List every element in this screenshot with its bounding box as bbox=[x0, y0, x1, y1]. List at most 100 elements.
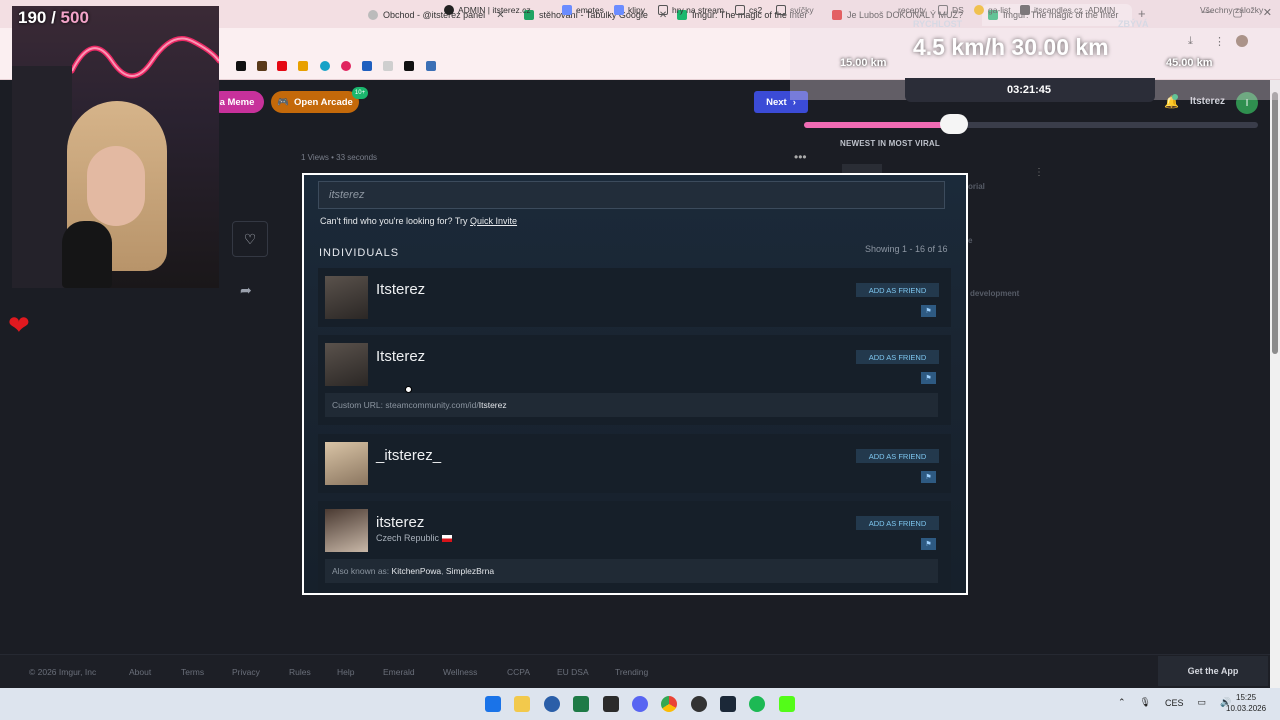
scrollbar-thumb[interactable] bbox=[1272, 92, 1278, 354]
footer-copyright: © 2026 Imgur, Inc bbox=[29, 667, 97, 677]
add-friend-button[interactable]: ADD AS FRIEND bbox=[856, 516, 939, 530]
favorite-button[interactable]: ♡ bbox=[232, 221, 268, 257]
views-count: 1 Views bbox=[301, 153, 329, 162]
taskbar-clock[interactable]: 15:25 10.03.2026 bbox=[1226, 692, 1266, 714]
newest-viral-heading: NEWEST IN MOST VIRAL bbox=[840, 139, 940, 148]
report-flag-icon[interactable]: ⚑ bbox=[921, 305, 936, 317]
bookmark-icon[interactable] bbox=[341, 61, 351, 71]
also-known-as: Also known as: KitchenPowa, SimplezBrna bbox=[325, 559, 938, 583]
folder-icon bbox=[735, 5, 745, 15]
obs-icon[interactable] bbox=[691, 696, 707, 712]
network-icon[interactable]: ▭ bbox=[1198, 697, 1207, 708]
profile-country: Czech Republic bbox=[376, 533, 452, 543]
add-friend-button[interactable]: ADD AS FRIEND bbox=[856, 350, 939, 364]
walk-timer: 03:21:45 bbox=[1007, 84, 1052, 96]
bookmark-icon[interactable] bbox=[320, 61, 330, 71]
folder-icon bbox=[658, 5, 668, 15]
menu-dots-icon[interactable]: ⋮ bbox=[1034, 167, 1044, 178]
windows-start-icon[interactable] bbox=[485, 696, 501, 712]
spotify-icon[interactable] bbox=[749, 696, 765, 712]
search-input[interactable]: itsterez bbox=[318, 181, 945, 209]
globe-icon bbox=[444, 5, 454, 15]
bookmark-icon bbox=[614, 5, 624, 15]
paypal-icon[interactable] bbox=[362, 61, 372, 71]
footer-link-terms[interactable]: Terms bbox=[181, 667, 204, 677]
app-icon[interactable] bbox=[603, 696, 619, 712]
footer-link-eu-dsa[interactable]: EU DSA bbox=[557, 667, 589, 677]
bookmark-icon[interactable] bbox=[298, 61, 308, 71]
bookmark-icon[interactable] bbox=[383, 61, 393, 71]
open-arcade-button[interactable]: 🎮 Open Arcade bbox=[271, 91, 359, 113]
footer-link-wellness[interactable]: Wellness bbox=[443, 667, 477, 677]
footer-link-privacy[interactable]: Privacy bbox=[232, 667, 260, 677]
bookmark-icon[interactable] bbox=[257, 61, 267, 71]
x-bookmark-icon[interactable] bbox=[236, 61, 246, 71]
share-arrow-icon[interactable]: ➦ bbox=[240, 282, 252, 299]
profile-name[interactable]: _itsterez_ bbox=[376, 447, 441, 464]
viral-item-title[interactable]: orial bbox=[968, 182, 985, 191]
add-friend-button[interactable]: ADD AS FRIEND bbox=[856, 449, 939, 463]
language-indicator[interactable]: CES bbox=[1165, 698, 1184, 708]
search-result: Itsterez ADD AS FRIEND ⚑ Custom URL: ste… bbox=[318, 335, 951, 425]
bookmark-folder-hry[interactable]: hry na stream bbox=[658, 5, 724, 15]
profile-name[interactable]: Itsterez bbox=[376, 348, 425, 365]
report-flag-icon[interactable]: ⚑ bbox=[921, 372, 936, 384]
microphone-icon[interactable]: 🎙 bbox=[1140, 697, 1151, 708]
czech-flag-icon bbox=[441, 535, 452, 543]
footer-link-trending[interactable]: Trending bbox=[615, 667, 648, 677]
more-options-icon[interactable]: ••• bbox=[794, 150, 807, 164]
excel-icon[interactable] bbox=[573, 696, 589, 712]
viral-item-title[interactable]: e bbox=[968, 236, 972, 245]
viral-item-title[interactable]: development bbox=[970, 289, 1019, 298]
webcam-overlay bbox=[12, 6, 219, 288]
distance-left: 45.00 km bbox=[1166, 57, 1213, 69]
discord-icon[interactable] bbox=[632, 696, 648, 712]
heart-icon: ❤ bbox=[8, 310, 30, 340]
ccleaner-icon[interactable] bbox=[544, 696, 560, 712]
steam-icon[interactable] bbox=[720, 696, 736, 712]
profile-avatar[interactable] bbox=[325, 509, 368, 552]
footer-link-help[interactable]: Help bbox=[337, 667, 354, 677]
heart-icon: ♡ bbox=[243, 230, 257, 247]
bookmark-folder-cs2[interactable]: cs2 bbox=[735, 5, 762, 15]
distance-progress-fill bbox=[804, 122, 954, 128]
clock-date: 10.03.2026 bbox=[1226, 704, 1267, 713]
post-age: 33 seconds bbox=[336, 153, 378, 162]
footer-link-about[interactable]: About bbox=[129, 667, 151, 677]
post-meta: 1 Views • 33 seconds bbox=[301, 153, 378, 162]
footer-link-ccpa[interactable]: CCPA bbox=[507, 667, 530, 677]
clock-time: 15:25 bbox=[1236, 693, 1257, 702]
kick-icon[interactable] bbox=[779, 696, 795, 712]
get-the-app-button[interactable]: Get the App bbox=[1158, 656, 1268, 686]
speed-label: RYCHLOST bbox=[913, 19, 963, 29]
bookmark-icon bbox=[562, 5, 572, 15]
profile-name[interactable]: Itsterez bbox=[376, 281, 425, 298]
custom-url: Custom URL: steamcommunity.com/id/Itster… bbox=[325, 393, 938, 417]
bookmark-admin[interactable]: ADMIN | itsterez.cz bbox=[444, 5, 531, 15]
report-flag-icon[interactable]: ⚑ bbox=[921, 538, 936, 550]
footer-link-rules[interactable]: Rules bbox=[289, 667, 311, 677]
footer-link-emerald[interactable]: Emerald bbox=[383, 667, 415, 677]
search-result: Itsterez ADD AS FRIEND ⚑ bbox=[318, 268, 951, 327]
file-explorer-icon[interactable] bbox=[514, 696, 530, 712]
netflix-icon[interactable] bbox=[277, 61, 287, 71]
search-result: itsterez Czech Republic ADD AS FRIEND ⚑ … bbox=[318, 501, 951, 593]
chrome-icon[interactable] bbox=[661, 696, 677, 712]
bookmark-klipy[interactable]: klipy bbox=[614, 5, 645, 15]
gamepad-icon: 🎮 bbox=[277, 96, 290, 108]
chevron-up-icon[interactable]: ⌃ bbox=[1118, 697, 1126, 708]
bookmark-emotes[interactable]: emotes bbox=[562, 5, 604, 15]
bookmark-icon[interactable] bbox=[426, 61, 436, 71]
profile-avatar[interactable] bbox=[325, 276, 368, 319]
profile-avatar[interactable] bbox=[325, 442, 368, 485]
search-result: _itsterez_ ADD AS FRIEND ⚑ bbox=[318, 434, 951, 493]
quick-invite-link[interactable]: Quick Invite bbox=[470, 216, 517, 226]
arcade-badge: 10+ bbox=[352, 87, 368, 99]
profile-avatar[interactable] bbox=[325, 343, 368, 386]
report-flag-icon[interactable]: ⚑ bbox=[921, 471, 936, 483]
bookmark-icon[interactable] bbox=[404, 61, 414, 71]
tab-favicon-icon bbox=[368, 10, 378, 20]
add-friend-button[interactable]: ADD AS FRIEND bbox=[856, 283, 939, 297]
system-tray: ⌃ 🎙 CES ▭ 🔊 bbox=[1118, 697, 1231, 708]
profile-name[interactable]: itsterez bbox=[376, 514, 424, 531]
